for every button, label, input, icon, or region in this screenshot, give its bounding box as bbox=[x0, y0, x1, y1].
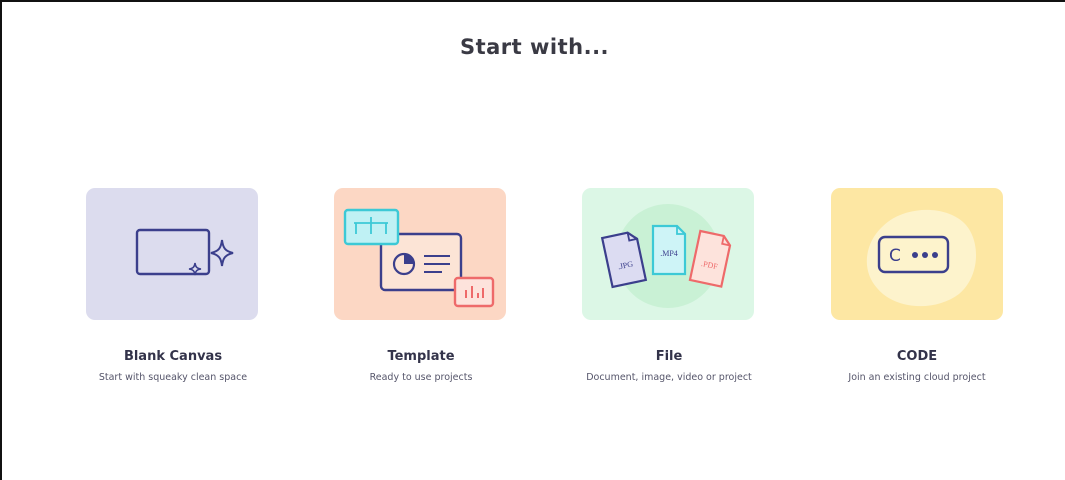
blank-canvas-description: Start with squeaky clean space bbox=[98, 372, 248, 383]
code-description: Join an existing cloud project bbox=[848, 372, 986, 383]
file-label[interactable]: File bbox=[549, 349, 789, 364]
blank-canvas-card[interactable] bbox=[86, 188, 258, 320]
template-description: Ready to use projects bbox=[369, 372, 473, 383]
code-label[interactable]: CODE bbox=[797, 349, 1037, 364]
template-card[interactable] bbox=[334, 188, 506, 320]
template-label[interactable]: Template bbox=[301, 349, 541, 364]
code-letter: C bbox=[889, 246, 901, 266]
file-description: Document, image, video or project bbox=[586, 372, 752, 383]
canvas-sparkle-icon bbox=[135, 228, 234, 276]
start-dialog: Start with... Blank Canvas Start with sq… bbox=[0, 0, 1065, 480]
blank-canvas-label[interactable]: Blank Canvas bbox=[53, 349, 293, 364]
code-icon: C bbox=[866, 209, 977, 307]
page-title: Start with... bbox=[459, 35, 610, 59]
template-icon bbox=[343, 208, 495, 308]
code-card[interactable]: C bbox=[831, 188, 1003, 320]
file-card[interactable]: .JPG .MP4 .PDF bbox=[582, 188, 754, 320]
files-icon: .JPG .MP4 .PDF bbox=[600, 204, 732, 308]
mp4-file-tag: .MP4 bbox=[660, 249, 678, 258]
